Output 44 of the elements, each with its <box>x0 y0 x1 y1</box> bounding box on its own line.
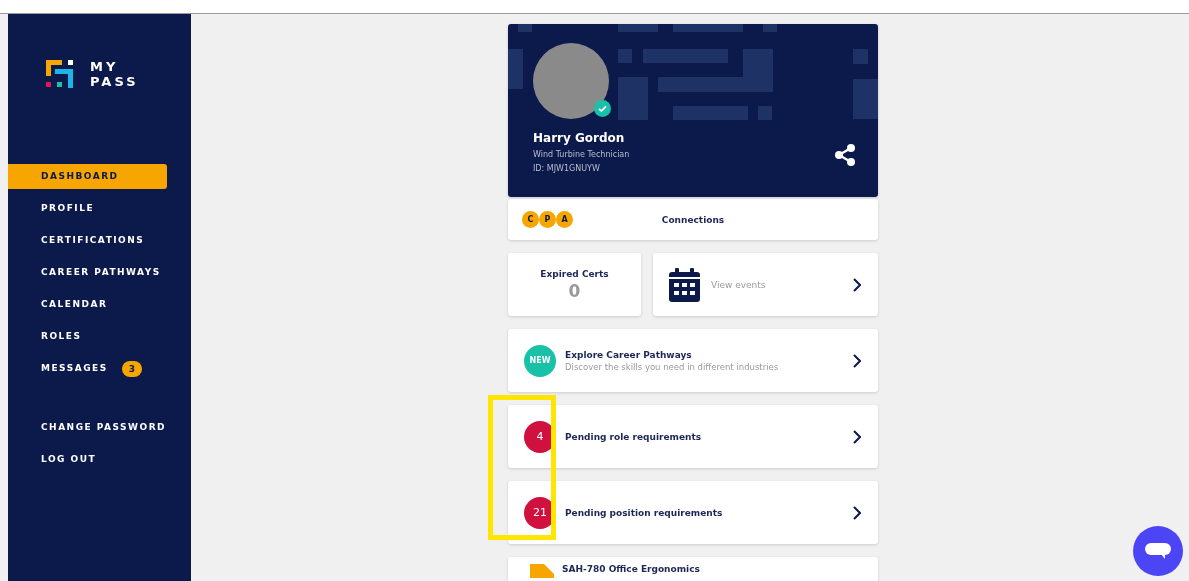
nav-item[interactable]: ROLES <box>8 324 90 349</box>
nav-item[interactable]: CHANGE PASSWORD <box>8 415 175 440</box>
explore-career-card[interactable]: NEW Explore Career Pathways Discover the skills you need in different industries <box>508 329 878 392</box>
logo-text: MY <box>90 59 120 74</box>
new-badge: NEW <box>524 344 556 377</box>
expired-certs-count: 0 <box>568 280 581 301</box>
connection-avatar: C <box>522 211 539 228</box>
profile-name: Harry Gordon <box>533 131 626 145</box>
calendar-icon <box>669 267 700 302</box>
pending-label: Pending role requirements <box>565 431 703 442</box>
connection-avatar: P <box>539 211 556 228</box>
chevron-right-icon <box>853 353 861 368</box>
unread-count-badge: 3 <box>121 360 142 377</box>
nav-item[interactable]: DASHBOARD <box>8 164 167 189</box>
connections-card[interactable]: C P A Connections <box>508 199 878 240</box>
logo-icon <box>46 60 76 88</box>
nav-item[interactable]: CAREER PATHWAYS <box>8 260 169 285</box>
profile-id: ID: MJW1GNUYW <box>533 164 601 173</box>
document-icon <box>530 564 554 578</box>
explore-subtitle: Discover the skills you need in different industries <box>565 361 780 372</box>
chevron-right-icon <box>853 505 861 520</box>
chevron-right-icon <box>853 429 861 444</box>
course-card[interactable]: SAH-780 Office Ergonomics <box>508 557 878 581</box>
expired-certs-label: Expired Certs <box>540 268 609 279</box>
pending-requirements-card[interactable]: 4 Pending role requirements <box>508 405 878 468</box>
chevron-right-icon <box>853 277 861 292</box>
nav-item[interactable]: MESSAGES <box>8 356 116 381</box>
logo-text: PASS <box>90 74 139 89</box>
share-icon[interactable] <box>834 143 856 166</box>
nav-item[interactable]: CERTIFICATIONS <box>8 228 153 253</box>
nav-item[interactable]: PROFILE <box>8 196 103 221</box>
pending-label: Pending position requirements <box>565 507 724 518</box>
course-title: SAH-780 Office Ergonomics <box>562 564 700 574</box>
job-title: Wind Turbine Technician <box>533 150 630 159</box>
chat-bubble-icon <box>1145 541 1171 561</box>
pending-requirements-card[interactable]: 21 Pending position requirements <box>508 481 878 544</box>
explore-title: Explore Career Pathways <box>565 349 693 360</box>
connection-avatar: A <box>556 211 573 228</box>
connections-label: Connections <box>661 214 725 225</box>
expired-certs-card[interactable]: Expired Certs 0 <box>508 253 641 316</box>
chat-button[interactable] <box>1133 526 1183 576</box>
nav-item[interactable]: LOG OUT <box>8 447 105 472</box>
view-events-label: View events <box>711 279 767 290</box>
nav-item[interactable]: CALENDAR <box>8 292 116 317</box>
